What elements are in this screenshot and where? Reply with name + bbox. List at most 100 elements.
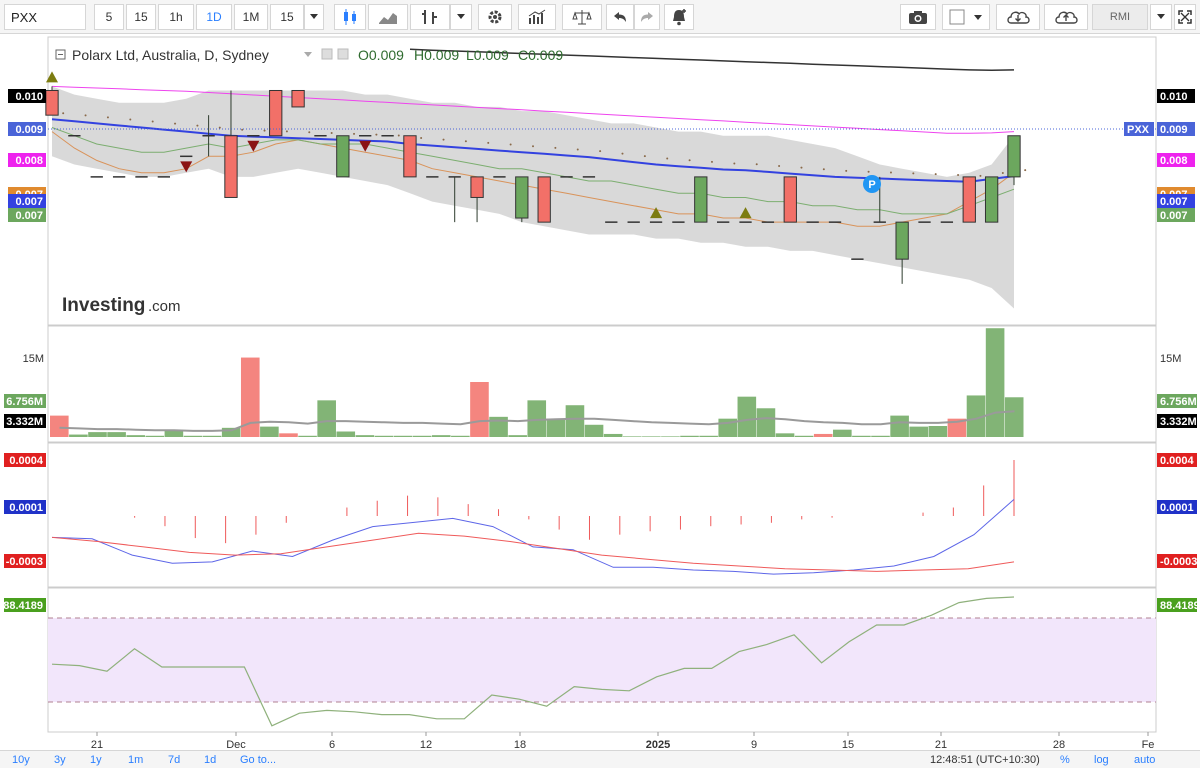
range-1y-button[interactable]: 1y (90, 753, 102, 767)
candle (895, 221, 909, 284)
auto-toggle[interactable]: auto (1134, 753, 1155, 767)
color-picker-button[interactable] (942, 4, 990, 30)
candle-up-body (336, 135, 350, 178)
bottom-bar: 10y 3y 1y 1m 7d 1d Go to... 12:48:51 (UT… (0, 750, 1200, 768)
volume-label-left: 15M (23, 353, 44, 365)
indicator-dropdown[interactable] (1150, 4, 1172, 30)
volume-bar (298, 435, 317, 437)
ma-dot (934, 173, 937, 176)
fullscreen-icon (1178, 10, 1192, 24)
bars-button[interactable] (410, 4, 450, 30)
ma-dot (218, 126, 221, 129)
candle-up-body (895, 221, 909, 260)
candles-button[interactable] (334, 4, 366, 30)
fullscreen-button[interactable] (1174, 4, 1196, 30)
legend-close: C0.009 (518, 47, 563, 63)
percent-toggle[interactable]: % (1060, 753, 1070, 767)
volume-bar (221, 427, 241, 437)
candle (291, 89, 305, 108)
candle (962, 176, 976, 223)
rmi-label-left-text: 88.4189 (3, 600, 43, 612)
price-label-right-text: 0.009 (1160, 124, 1188, 136)
undo-button[interactable] (606, 4, 634, 30)
ma-dot (1001, 171, 1004, 174)
gear-icon[interactable] (337, 48, 349, 60)
interval-1h-button[interactable]: 1h (158, 4, 194, 30)
camera-icon (909, 11, 927, 24)
interval-5-button[interactable]: 5 (94, 4, 124, 30)
price-label-left: 0.008 (8, 153, 46, 167)
settings-button[interactable] (478, 4, 512, 30)
interval-15-button[interactable]: 15 (126, 4, 156, 30)
chevron-down-icon[interactable] (304, 52, 312, 57)
interval-custom-button[interactable]: 15 (270, 4, 304, 30)
range-7d-button[interactable]: 7d (168, 753, 180, 767)
price-label-left-text: 0.008 (15, 155, 43, 167)
symbol-input[interactable] (4, 4, 86, 30)
redo-icon (641, 12, 653, 22)
legend: Polarx Ltd, Australia, D, Sydney O0.009 … (55, 47, 563, 63)
ma-dot (979, 174, 982, 177)
interval-1d-button[interactable]: 1D (196, 4, 232, 30)
dropdown-icon (457, 14, 465, 19)
price-label-right: 0.009 (1157, 122, 1195, 136)
redo-button[interactable] (634, 4, 660, 30)
screenshot-button[interactable] (900, 4, 936, 30)
price-label-right: 0.007 (1157, 208, 1195, 222)
volume-bar (852, 435, 871, 437)
price-label-left: 0.007 (8, 194, 46, 208)
clock: 12:48:51 (UTC+10:30) (930, 754, 1040, 766)
interval-dropdown[interactable] (304, 4, 324, 30)
macd-signal-line (51, 532, 1015, 572)
candle-down-body (403, 135, 417, 178)
ma-dot (464, 140, 467, 143)
bars-icon (422, 10, 437, 24)
volume-label-left-text: 3.332M (6, 416, 43, 428)
candle (269, 89, 283, 137)
range-1m-button[interactable]: 1m (128, 753, 143, 767)
indicators-button[interactable] (518, 4, 556, 30)
load-layout-button[interactable] (996, 4, 1040, 30)
ma-dot (174, 122, 177, 125)
compare-button[interactable] (562, 4, 602, 30)
range-10y-button[interactable]: 10y (12, 753, 30, 767)
volume-bar (527, 400, 547, 437)
price-label-right-text: 0.008 (1160, 155, 1188, 167)
volume-label-right-text: 6.756M (1160, 396, 1197, 408)
ma-dot (889, 171, 892, 174)
area-button[interactable] (368, 4, 408, 30)
candle (537, 176, 551, 223)
eye-icon[interactable] (321, 48, 333, 60)
log-toggle[interactable]: log (1094, 753, 1109, 767)
legend-title: Polarx Ltd, Australia, D, Sydney (72, 47, 269, 63)
candle (403, 135, 417, 178)
ma-dot (800, 166, 803, 169)
save-layout-button[interactable] (1044, 4, 1088, 30)
volume-bar (699, 435, 718, 437)
range-1d-button[interactable]: 1d (204, 753, 216, 767)
chart-type-dropdown[interactable] (450, 4, 472, 30)
candle (515, 176, 529, 223)
x-tick-label: 15 (842, 739, 854, 750)
interval-1m-button[interactable]: 1M (234, 4, 268, 30)
chevron-down-icon (1157, 14, 1165, 19)
indicator-select[interactable]: RMI (1092, 4, 1148, 30)
volume-bar (336, 431, 356, 437)
macd-label-left-text: -0.0003 (6, 556, 43, 568)
chart-canvas[interactable]: P Polarx Ltd, Australia, D, Sydney O0.00… (0, 34, 1200, 750)
ma-dot (554, 146, 557, 149)
ma-dot (129, 118, 132, 121)
x-tick-label: 6 (329, 739, 335, 750)
price-label-right: 0.008 (1157, 153, 1195, 167)
volume-label-right: 3.332M (1157, 414, 1197, 428)
volume-bar (794, 435, 814, 437)
range-3y-button[interactable]: 3y (54, 753, 66, 767)
alert-button[interactable] (664, 4, 694, 30)
volume-label-right: 15M (1160, 353, 1181, 365)
ma-dot (755, 163, 758, 166)
goto-button[interactable]: Go to... (240, 753, 276, 767)
macd-label-right: 0.0004 (1157, 453, 1197, 467)
area-icon (379, 13, 397, 24)
price-label-right-text: 0.007 (1160, 196, 1188, 208)
cloud-download-icon (1007, 11, 1030, 24)
